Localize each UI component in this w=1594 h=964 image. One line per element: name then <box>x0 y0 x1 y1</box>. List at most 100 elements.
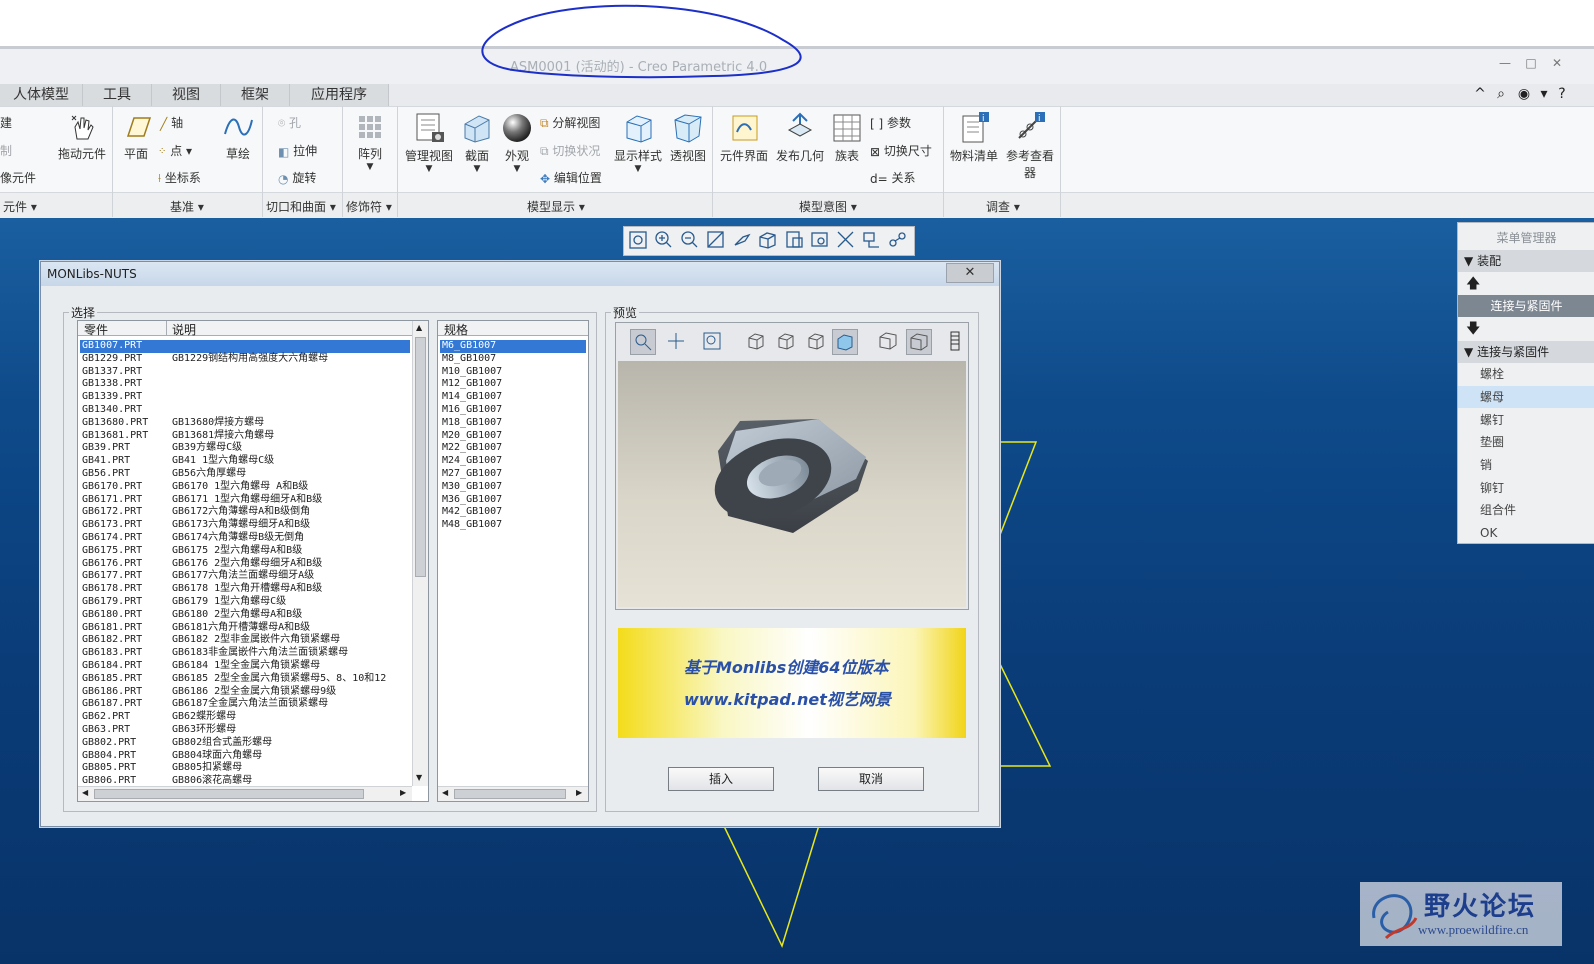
component-interface-button[interactable]: 元件界面 <box>718 112 770 164</box>
maximize-button[interactable]: □ <box>1522 56 1540 72</box>
spec-row[interactable]: M48_GB1007 <box>440 519 586 532</box>
part-row[interactable]: GB1339.PRT <box>80 391 410 404</box>
parts-hscroll-thumb[interactable] <box>94 789 364 799</box>
appearance-button[interactable]: 外观 ▼ <box>500 112 534 174</box>
cancel-button[interactable]: 取消 <box>818 767 924 791</box>
spec-row[interactable]: M42_GB1007 <box>440 506 586 519</box>
group-label-model-intent[interactable]: 模型意图 ▾ <box>799 198 857 215</box>
family-table-button[interactable]: 族表 <box>830 112 864 164</box>
section-button[interactable]: 截面 ▼ <box>460 112 494 174</box>
publish-geometry-button[interactable]: 发布几何 <box>774 112 826 164</box>
part-row[interactable]: GB41.PRT GB41 1型六角螺母C级 <box>80 455 410 468</box>
extrude-button[interactable]: ◧ 拉伸 <box>278 142 317 159</box>
tab-tools[interactable]: 工具 <box>83 84 152 106</box>
display-style-button[interactable]: 显示样式 ▼ <box>613 112 663 174</box>
plane-button[interactable]: 平面 <box>118 114 154 162</box>
menu-assembly-header[interactable]: ▼ 装配 <box>1458 250 1594 272</box>
part-row[interactable]: GB6184.PRT GB6184 1型全金属六角锁紧螺母 <box>80 660 410 673</box>
explode-view-button[interactable]: ⧉ 分解视图 <box>540 114 600 131</box>
parts-vertical-scrollbar[interactable]: ▲ ▼ <box>412 321 428 786</box>
menu-item-screw[interactable]: 螺钉 <box>1458 409 1594 431</box>
axis-button[interactable]: ╱ 轴 <box>160 114 183 131</box>
tab-view[interactable]: 视图 <box>152 84 221 106</box>
part-row[interactable]: GB1007.PRT <box>80 340 410 353</box>
pattern-button[interactable]: 阵列 ▼ <box>352 112 388 172</box>
col-desc-header[interactable]: 说明 <box>172 321 196 338</box>
toggle-status-button[interactable]: ⧉ 切换状况 <box>540 142 600 159</box>
spec-listbox[interactable]: 规格 M6_GB1007 M8_GB1007 M10_GB1007 M12_GB100… <box>437 320 589 802</box>
help-icon[interactable]: ? <box>1554 84 1570 104</box>
part-row[interactable]: GB39.PRT GB39方螺母C级 <box>80 442 410 455</box>
tab-applications[interactable]: 应用程序 <box>290 84 389 106</box>
part-row[interactable]: GB13680.PRT GB13680焊接方螺母 <box>80 417 410 430</box>
group-label-component[interactable]: 元件 ▾ <box>3 198 37 215</box>
revolve-button[interactable]: ◔ 旋转 <box>278 169 316 186</box>
mirror-component-button[interactable]: 镜像元件 <box>0 169 36 186</box>
sketch-button[interactable]: 草绘 <box>220 112 256 162</box>
part-row[interactable]: GB6180.PRT GB6180 2型六角螺母A和B级 <box>80 609 410 622</box>
spec-row[interactable]: M6_GB1007 <box>440 340 586 353</box>
part-row[interactable]: GB6185.PRT GB6185 2型全金属六角锁紧螺母5、8、10和12 <box>80 673 410 686</box>
part-row[interactable]: GB6183.PRT GB6183非金属嵌件六角法兰面锁紧螺母 <box>80 647 410 660</box>
part-row[interactable]: GB6176.PRT GB6176 2型六角螺母细牙A和B级 <box>80 558 410 571</box>
scroll-up-icon[interactable]: ▲ <box>416 323 422 332</box>
menu-selected-item[interactable]: 连接与紧固件 <box>1458 295 1594 317</box>
scroll-down-icon[interactable]: ▼ <box>416 773 422 782</box>
group-label-datum[interactable]: 基准 ▾ <box>170 198 204 215</box>
group-label-investigate[interactable]: 调查 ▾ <box>986 198 1020 215</box>
bom-button[interactable]: i 物料清单 <box>948 112 1000 164</box>
close-window-button[interactable]: ✕ <box>1548 56 1566 72</box>
spec-hscroll-thumb[interactable] <box>454 789 566 799</box>
part-row[interactable]: GB1337.PRT <box>80 366 410 379</box>
create-button[interactable]: 创建 <box>0 114 12 131</box>
part-row[interactable]: GB13681.PRT GB13681焊接六角螺母 <box>80 430 410 443</box>
menu-item-combination[interactable]: 组合件 <box>1458 499 1594 521</box>
part-row[interactable]: GB6186.PRT GB6186 2型全金属六角锁紧螺母9级 <box>80 686 410 699</box>
group-label-model-display[interactable]: 模型显示 ▾ <box>527 198 585 215</box>
point-button[interactable]: ⁘ 点 ▾ <box>158 142 192 159</box>
hole-button[interactable]: ⌾ 孔 <box>278 114 301 131</box>
part-row[interactable]: GB1338.PRT <box>80 378 410 391</box>
group-label-modifier[interactable]: 修饰符 ▾ <box>346 198 392 215</box>
part-row[interactable]: GB1229.PRT GB1229钢结构用高强度大六角螺母 <box>80 353 410 366</box>
spec-row[interactable]: M12_GB1007 <box>440 378 586 391</box>
parts-listbox[interactable]: 零件 说明 GB1007.PRT GB1229.PRT GB1229钢结构用高强度大… <box>77 320 429 802</box>
part-row[interactable]: GB6171.PRT GB6171 1型六角螺母细牙A和B级 <box>80 494 410 507</box>
part-row[interactable]: GB6181.PRT GB6181六角开槽薄螺母A和B级 <box>80 622 410 635</box>
menu-up-arrow[interactable]: 🡅 <box>1458 273 1594 295</box>
spec-row[interactable]: M14_GB1007 <box>440 391 586 404</box>
spec-row[interactable]: M22_GB1007 <box>440 442 586 455</box>
spec-row[interactable]: M16_GB1007 <box>440 404 586 417</box>
scroll-right-icon[interactable]: ▶ <box>576 788 582 797</box>
part-row[interactable]: GB6174.PRT GB6174六角薄螺母B级无倒角 <box>80 532 410 545</box>
group-label-cut-surface[interactable]: 切口和曲面 ▾ <box>266 198 336 215</box>
spec-row[interactable]: M27_GB1007 <box>440 468 586 481</box>
spec-header[interactable]: 规格 <box>444 321 468 338</box>
edit-position-button[interactable]: ✥ 编辑位置 <box>540 169 602 186</box>
pv-zoom-button[interactable] <box>700 329 724 353</box>
spec-row[interactable]: M18_GB1007 <box>440 417 586 430</box>
scroll-left-icon[interactable]: ◀ <box>82 788 88 797</box>
settings-icon[interactable]: ◉ <box>1516 84 1532 104</box>
dropdown-icon[interactable]: ▾ <box>1536 84 1552 104</box>
part-row[interactable]: GB62.PRT GB62蝶形螺母 <box>80 711 410 724</box>
parameters-button[interactable]: [ ] 参数 <box>870 114 911 131</box>
insert-button[interactable]: 插入 <box>668 767 774 791</box>
scroll-left-icon[interactable]: ◀ <box>442 788 448 797</box>
menu-down-arrow[interactable]: 🡇 <box>1458 318 1594 340</box>
drag-components-button[interactable]: 拖动元件 <box>56 112 108 162</box>
part-row[interactable]: GB1340.PRT <box>80 404 410 417</box>
part-row[interactable]: GB6175.PRT GB6175 2型六角螺母A和B级 <box>80 545 410 558</box>
copy-button[interactable]: 复制 <box>0 142 12 159</box>
parts-horizontal-scrollbar[interactable]: ◀ ▶ <box>78 786 412 801</box>
pv-hidden-line-button[interactable] <box>774 329 798 353</box>
menu-item-bolt[interactable]: 螺栓 <box>1458 363 1594 385</box>
collapse-ribbon-icon[interactable]: ^ <box>1472 84 1488 104</box>
part-row[interactable]: GB6177.PRT GB6177六角法兰面螺母细牙A级 <box>80 570 410 583</box>
dialog-close-button[interactable]: ✕ <box>946 263 994 283</box>
pv-pan-button[interactable] <box>664 329 688 353</box>
spec-row[interactable]: M24_GB1007 <box>440 455 586 468</box>
tab-human-model[interactable]: 人体模型 <box>0 84 83 106</box>
part-row[interactable]: GB63.PRT GB63环形螺母 <box>80 724 410 737</box>
part-row[interactable]: GB56.PRT GB56六角厚螺母 <box>80 468 410 481</box>
